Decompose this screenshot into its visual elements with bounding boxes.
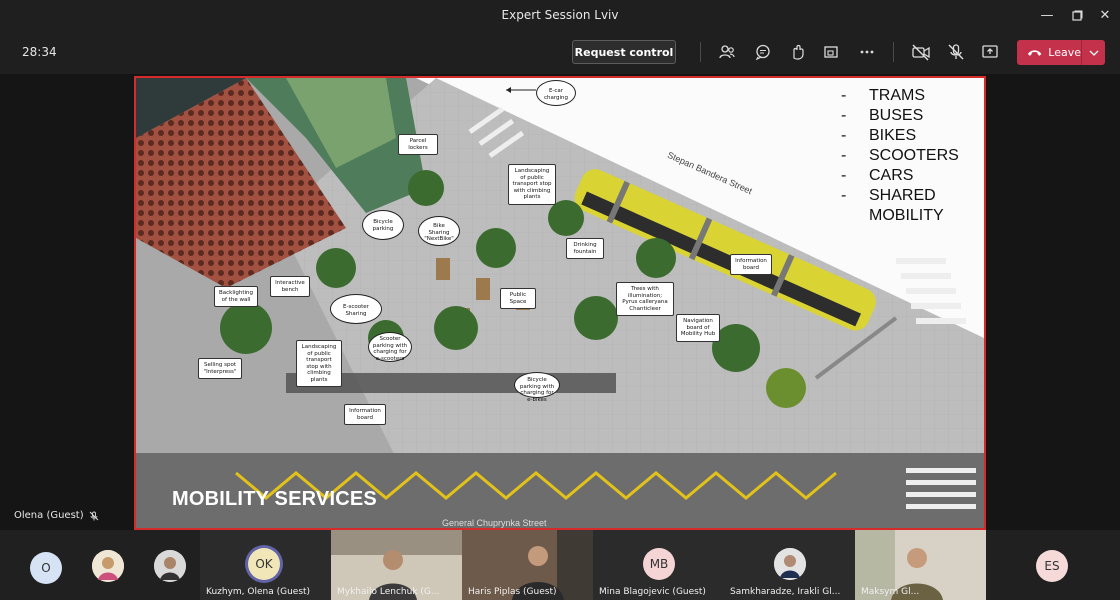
participant-tile[interactable]: MB Mina Blagojevic (Guest) [593,530,724,600]
toolbar-divider [893,42,894,62]
callout-information-board-bottom: Information board [344,404,386,425]
shared-screen-stage: Stepan Bandera Street General Chuprynka … [0,74,1120,530]
callout-drinking-fountain: Drinking fountain [566,238,604,259]
leave-main[interactable]: Leave [1017,40,1081,65]
presentation-slide: Stepan Bandera Street General Chuprynka … [134,76,986,530]
callout-parcel-lockers: Parcel lockers [398,134,438,155]
presenter-name: Olena (Guest) [14,510,84,521]
chat-icon[interactable] [752,41,774,63]
participant-name: Mykhailo Lenchuk (G... [337,587,440,597]
share-tray-icon[interactable] [820,41,842,63]
participant-video-tile[interactable]: Haris Piplas (Guest) [462,530,593,600]
people-icon[interactable] [716,41,738,63]
avatar: ES [1036,550,1068,582]
meeting-toolbar: 28:34 Request control Leave [0,30,1120,74]
list-item: - TRAMS [841,87,925,104]
avatar: MB [643,548,675,580]
maximize-icon[interactable] [1062,4,1092,26]
callout-landscaping-stop-top: Landscaping of public transport stop wit… [508,164,556,205]
mic-off-icon[interactable] [945,41,967,63]
list-item: - BUSES [841,107,924,124]
list-item: - SHARED [841,187,936,204]
callout-e-scooter-sharing: E-scooter Sharing [330,294,382,324]
avatar-photo [92,550,124,582]
presenter-name-tag: Olena (Guest) [14,510,99,521]
callout-landscaping-stop-bottom: Landscaping of public transport stop wit… [296,340,342,387]
leave-button[interactable]: Leave [1017,40,1105,65]
participant-name: Samkharadze, Irakli Gl... [730,587,841,597]
title-bar: Expert Session Lviv — ✕ [0,0,1120,30]
participant-tile[interactable] [148,530,192,600]
minimize-icon[interactable]: — [1032,4,1062,26]
avatar-photo [154,550,186,582]
participant-tile[interactable] [86,530,130,600]
avatar: OK [248,548,280,580]
participants-strip: O OK Kuzhym, Olena (Guest) Mykhailo Lenc… [0,530,1120,600]
participant-name: Haris Piplas (Guest) [468,587,557,597]
callout-public-space: Public Space [500,288,536,309]
slide-heading: MOBILITY SERVICES [172,488,377,510]
camera-off-icon[interactable] [910,41,932,63]
callout-information-board-right: Information board [730,254,772,275]
participant-name: Kuzhym, Olena (Guest) [206,587,311,597]
list-item: - SCOOTERS [841,147,959,164]
toolbar-divider [700,42,701,62]
callout-scooter-parking: Scooter parking with charging for e-scoo… [368,332,412,362]
reactions-icon[interactable] [787,41,809,63]
more-options-icon[interactable] [856,41,878,63]
meeting-timer: 28:34 [22,45,57,59]
participant-name: Maksym Gl... [861,587,920,597]
callout-bicycle-parking: Bicycle parking [362,210,404,240]
callout-bicycle-parking-charging: Bicycle parking with charging for e-bike… [514,372,560,403]
avatar: O [30,552,62,584]
callout-backlighting-wall: Backlighting of the wall [214,286,258,307]
callout-navigation-board: Navigation board of Mobility Hub [676,314,720,342]
participant-video-tile[interactable]: Mykhailo Lenchuk (G... [331,530,462,600]
leave-options-chevron-down-icon[interactable] [1081,40,1105,65]
transport-modes-list: - TRAMS - BUSES - BIKES - SCOOTERS - CARS - SH… [841,86,959,226]
participant-tile[interactable]: Samkharadze, Irakli Gl... [724,530,855,600]
callout-bike-sharing: Bike Sharing "NextBike" [418,216,460,246]
list-item: - BIKES [841,127,917,144]
participant-tile[interactable]: ES [1024,530,1084,600]
callout-interactive-bench: Interactive bench [270,276,310,297]
window-title: Expert Session Lviv [501,8,619,22]
request-control-button[interactable]: Request control [572,40,676,64]
avatar-photo [774,548,806,580]
list-item: - CARS [841,167,914,184]
hang-up-icon [1027,49,1042,56]
list-item: MOBILITY [869,207,944,224]
mic-muted-icon [89,511,98,520]
close-icon[interactable]: ✕ [1090,4,1120,26]
participant-video-tile[interactable]: Maksym Gl... [855,530,986,600]
share-content-icon[interactable] [979,41,1001,63]
callout-selling-spot: Selling spot "Interpress" [198,358,242,379]
participant-name: Mina Blagojevic (Guest) [599,587,706,597]
participant-tile[interactable]: O [24,530,68,600]
participant-tile[interactable]: OK Kuzhym, Olena (Guest) [200,530,331,600]
callout-trees-illumination: Trees with illumination; Pyrus calleryan… [616,282,674,316]
leave-label: Leave [1048,46,1081,59]
callout-e-car-charging: E-car charging [536,80,576,106]
street-label-bottom: General Chuprynka Street [442,518,547,528]
